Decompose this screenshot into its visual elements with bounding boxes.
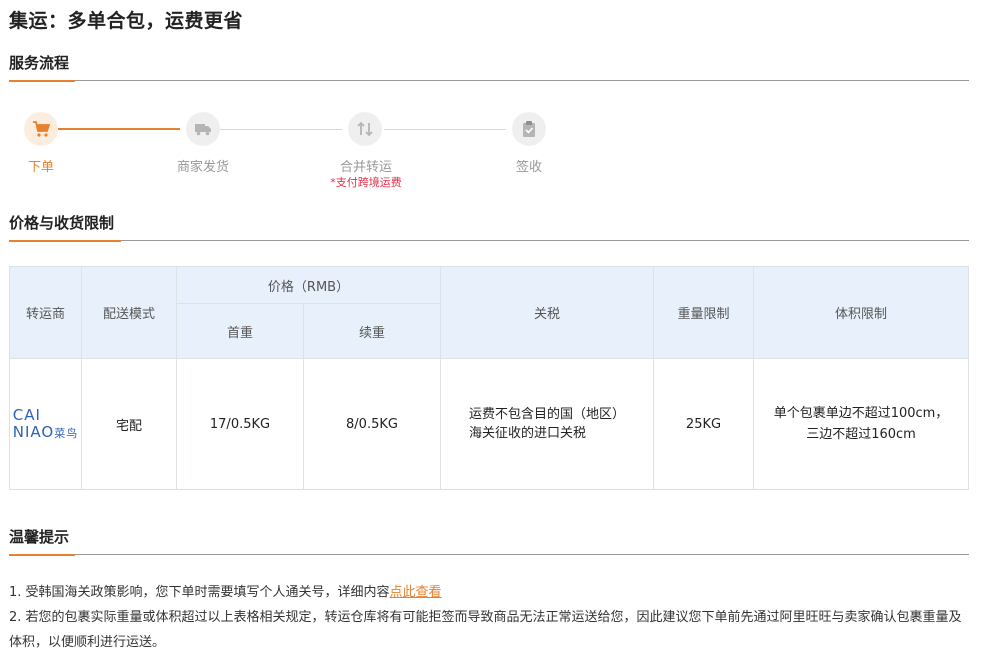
table-row: CAI NIAO菜鸟 宅配 17/0.5KG 8/0.5KG 运费不包含目的国（… [9,358,969,490]
tip-1: 1. 受韩国海关政策影响，您下单时需要填写个人通关号，详细内容点此查看 [9,585,442,600]
header-extra-weight: 续重 [303,303,441,359]
header-price: 价格（RMB） [176,266,441,304]
section-title-process: 服务流程 [9,54,70,72]
process-steps: 下单 商家发货 合并转运 *支付跨境运费 签收 [0,112,990,192]
cart-icon [33,121,50,137]
section-underline [9,240,121,242]
tax-cell: 运费不包含目的国（地区） 海关征收的进口关税 [440,358,654,490]
tip-2: 2. 若您的包裹实际重量或体积超过以上表格相关规定，转运仓库将有可能拒签而导致商… [9,610,962,650]
detail-link[interactable]: 点此查看 [390,585,442,600]
section-underline [9,554,75,556]
truck-icon [195,124,211,136]
extra-weight-cell: 8/0.5KG [303,358,441,490]
header-weight: 重量限制 [653,266,754,359]
step-ship [186,112,220,146]
header-mode: 配送模式 [81,266,177,359]
step-order [24,112,58,146]
section-header-process: 服务流程 [9,52,969,82]
section-underline [9,80,75,82]
step-note-merge: *支付跨境运费 [330,176,402,189]
first-weight-cell: 17/0.5KG [176,358,304,490]
clipboard-check-icon [523,121,535,137]
step-connector-1 [58,128,180,130]
header-volume: 体积限制 [753,266,969,359]
tips-list: 1. 受韩国海关政策影响，您下单时需要填写个人通关号，详细内容点此查看 2. 若… [9,580,974,655]
header-carrier: 转运商 [9,266,82,359]
cainiao-logo: CAI NIAO菜鸟 [12,405,79,441]
section-header-tips: 温馨提示 [9,526,969,556]
step-label-ship: 商家发货 [176,160,230,175]
step-label-sign: 签收 [515,160,543,175]
carrier-cell: CAI NIAO菜鸟 [9,358,82,490]
section-title-price: 价格与收货限制 [9,214,115,232]
step-merge [348,112,382,146]
page-title: 集运：多单合包，运费更省 [9,10,244,32]
step-connector-3 [384,129,506,130]
header-tax: 关税 [440,266,654,359]
weight-limit-cell: 25KG [653,358,754,490]
step-sign [512,112,546,146]
section-header-price: 价格与收货限制 [9,212,969,242]
step-label-order: 下单 [27,160,55,175]
volume-limit-cell: 单个包裹单边不超过100cm， 三边不超过160cm [753,358,969,490]
step-connector-2 [220,129,342,130]
header-first-weight: 首重 [176,303,304,359]
merge-icon [357,121,373,137]
section-title-tips: 温馨提示 [9,528,70,546]
mode-cell: 宅配 [81,358,177,490]
step-label-merge: 合并转运 [339,160,393,175]
price-table: 转运商 配送模式 价格（RMB） 关税 重量限制 体积限制 首重 续重 CAI … [9,266,969,490]
